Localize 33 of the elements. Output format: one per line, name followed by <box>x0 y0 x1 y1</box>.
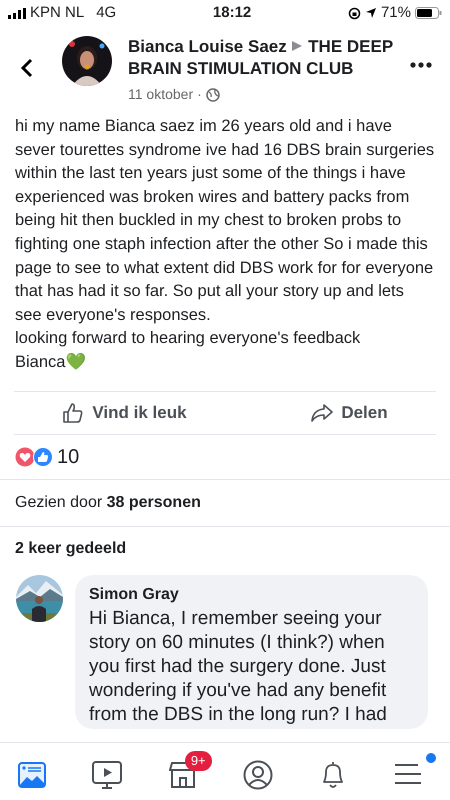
post-date: 11 oktober <box>128 85 194 104</box>
comment-author[interactable]: Simon Gray <box>89 582 414 607</box>
back-icon[interactable] <box>20 58 34 78</box>
seen-by-text: Gezien door 38 personen <box>15 492 201 513</box>
battery-icon <box>414 7 442 19</box>
rotation-lock-icon <box>348 6 361 20</box>
post-text: looking forward to hearing everyone's feedback <box>15 328 362 350</box>
location-icon <box>364 7 377 19</box>
video-icon <box>92 760 122 788</box>
news-feed-icon <box>18 762 46 788</box>
reaction-count: 10 <box>57 444 80 470</box>
reaction-icons <box>15 446 53 467</box>
thumbs-up-icon <box>62 402 84 424</box>
like-button[interactable]: Vind ik leuk <box>56 398 193 426</box>
notification-badge: 9+ <box>184 750 212 770</box>
post-text: Bianca💚 <box>15 352 88 373</box>
signal-icon <box>8 8 26 18</box>
comment-text: Hi Bianca, I remember seeing your story on 60 minutes (I think?) when you first had the surgery done. Just wondering if you've had any benefit from the DBS in the long run? I had <box>89 606 388 727</box>
clock: 18:12 <box>212 2 252 23</box>
profile-icon <box>243 760 274 790</box>
share-count: 2 keer gedeeld <box>15 538 126 559</box>
globe-icon <box>206 88 220 102</box>
battery-percent: 71% <box>380 2 411 23</box>
network-type: 4G <box>96 2 116 23</box>
carrier-name: KPN NL <box>30 2 84 23</box>
menu-icon <box>394 763 422 786</box>
separator-dot: · <box>197 85 202 104</box>
marketplace-tab[interactable]: 9+ <box>164 750 211 792</box>
more-options-icon[interactable] <box>410 62 432 68</box>
post-author-line: Bianca Louise Saez THE DEEP BRAIN STIMULATION CLUB <box>128 36 394 80</box>
share-button[interactable]: Delen <box>305 398 394 426</box>
post-text: hi my name Bianca saez im 26 years old and i have sever tourettes syndrome ive had 16 DBS brain surgeries within the last ten years just some of the things i have experienced was broken wires and battery packs from being hit then buckled in my chest to broken probs to fighting one staph infection after the other So i made this page to see to what extent did DBS work for for everyone that has had it so far. So put all your story up and lets see everyone's responses. <box>15 116 435 326</box>
share-icon <box>311 402 334 423</box>
